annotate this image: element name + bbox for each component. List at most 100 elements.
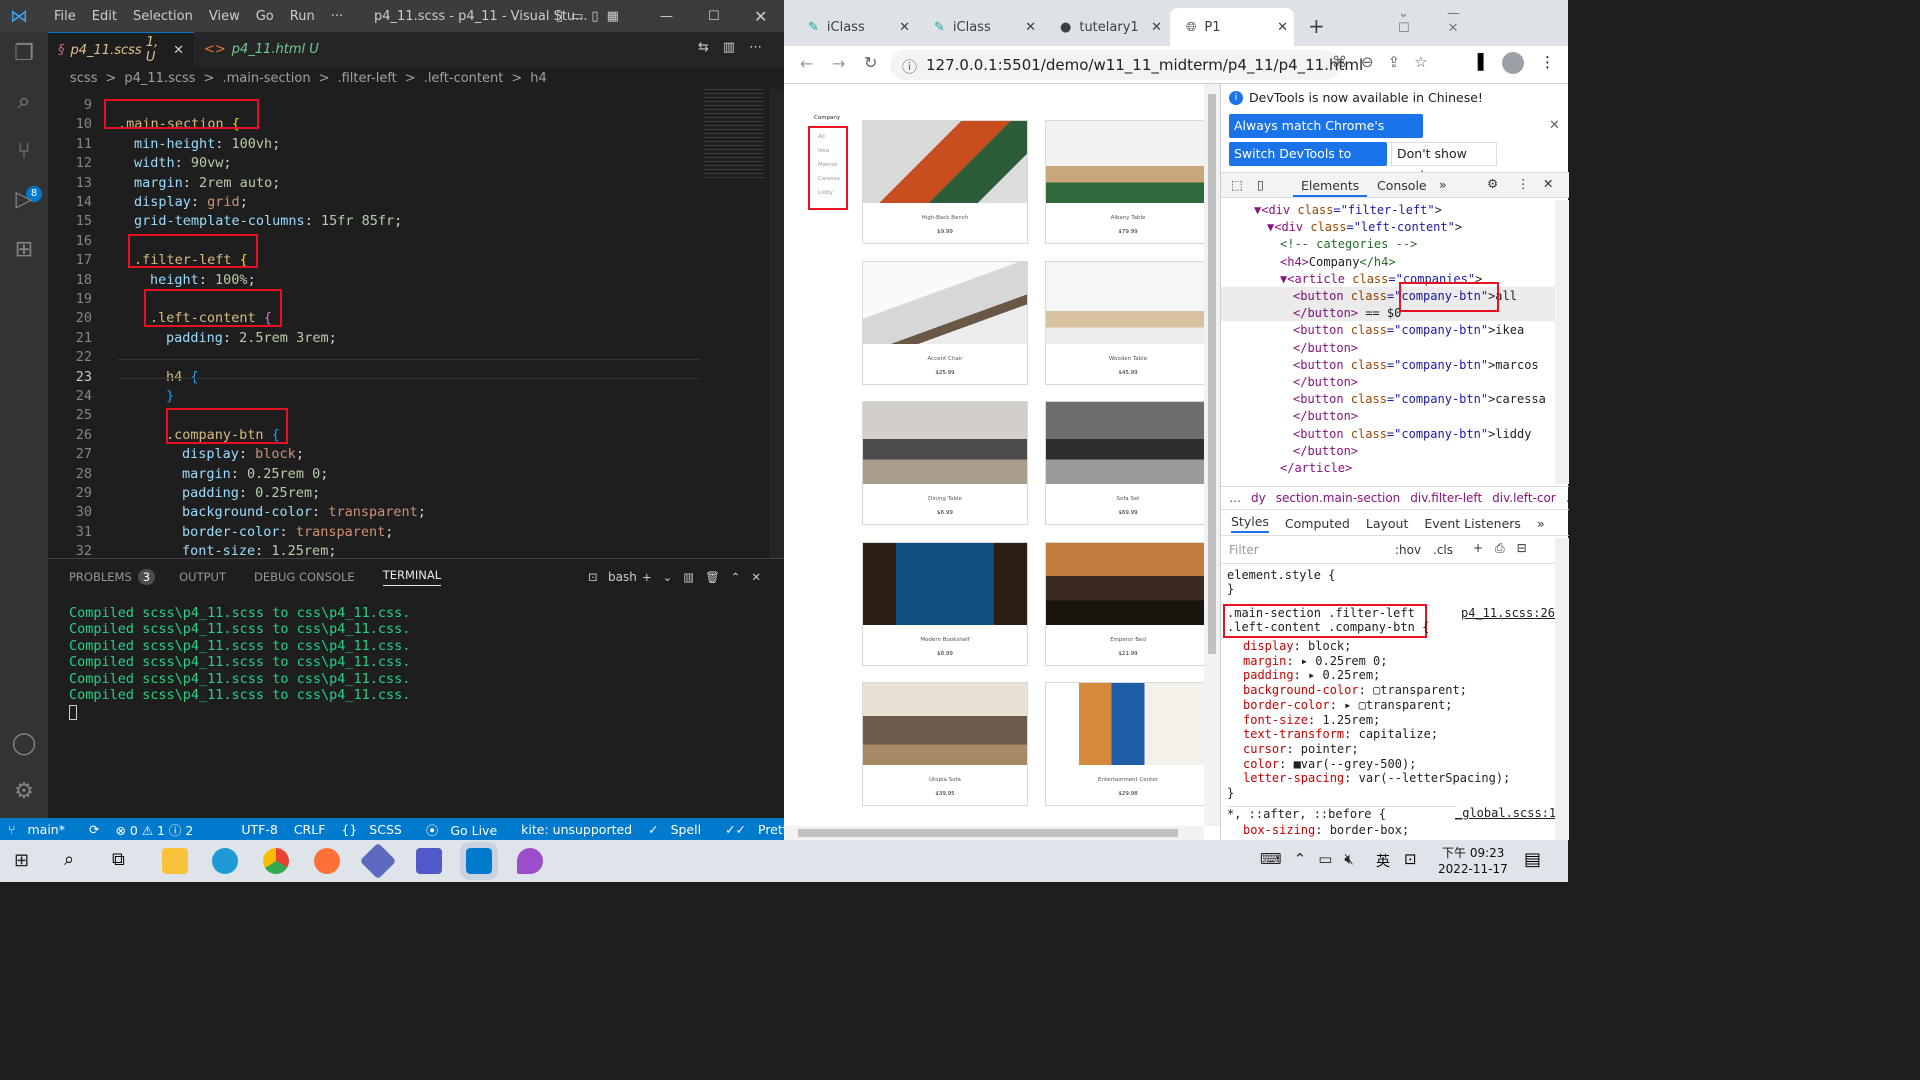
app-droplet-icon[interactable]	[517, 848, 543, 874]
prettier-status[interactable]: ✓✓ Prettier	[725, 822, 784, 837]
devtools-close-icon[interactable]: ✕	[1543, 176, 1553, 191]
back-icon[interactable]: ←	[800, 54, 813, 73]
dom-node-line[interactable]: </button>	[1293, 375, 1358, 389]
product-card[interactable]: Albany Table $79.99	[1045, 120, 1211, 244]
product-card[interactable]: Accent Chair $25.99	[862, 260, 1028, 385]
menu-item[interactable]: Edit	[92, 9, 117, 24]
devtools-menu-icon[interactable]: ⋮	[1517, 176, 1530, 191]
tab-output[interactable]: OUTPUT	[179, 570, 226, 584]
product-image[interactable]	[1046, 121, 1210, 203]
new-tab-icon[interactable]: +	[1308, 14, 1325, 38]
cls-toggle[interactable]: .cls	[1433, 543, 1453, 557]
panel-actions-icons[interactable]: +⌄▥🗑︎⌃✕	[642, 570, 772, 584]
dom-node-line[interactable]: <!-- categories -->	[1280, 237, 1417, 251]
clock-time[interactable]: 下午 09:23	[1442, 844, 1504, 861]
product-card[interactable]: Entertainment Center $29.98	[1045, 682, 1211, 806]
product-image[interactable]	[1046, 402, 1210, 484]
dom-node-line[interactable]: </button>	[1293, 409, 1358, 423]
css-declaration[interactable]: letter-spacing: var(--letterSpacing);	[1243, 771, 1510, 785]
settings-gear-icon[interactable]: ⚙	[10, 778, 38, 806]
company-filter-button[interactable]: Marcos	[818, 162, 838, 168]
tab-p4-11-scss[interactable]: § p4_11.scss 1, U ✕	[48, 32, 194, 67]
tab-problems[interactable]: PROBLEMS	[69, 570, 132, 584]
product-image[interactable]	[1046, 542, 1210, 625]
product-card[interactable]: Emperor Bed $21.99	[1045, 541, 1211, 666]
css-declaration[interactable]: font-size: 1.25rem;	[1243, 713, 1380, 727]
browser-tab[interactable]: ● tutelary11 ✕	[1044, 8, 1168, 46]
language-status[interactable]: {} SCSS	[341, 822, 409, 837]
source-control-icon[interactable]: ⑂	[10, 138, 38, 166]
tab-terminal[interactable]: TERMINAL	[382, 568, 442, 586]
tab-close-icon[interactable]: ✕	[1277, 20, 1288, 35]
company-filter-button[interactable]: Ikea	[818, 148, 829, 154]
styles-subtab[interactable]: Computed	[1285, 516, 1350, 531]
search-icon[interactable]: ⌕	[10, 88, 38, 116]
css-declaration[interactable]: padding: ▸ 0.25rem;	[1243, 668, 1380, 682]
url-input[interactable]: ⓘ 127.0.0.1:5501/demo/w11_11_midterm/p4_…	[890, 50, 1363, 80]
product-card[interactable]: High-Back Bench $9.99	[862, 120, 1028, 244]
switch-to-chinese-button[interactable]: Switch DevTools to Chinese	[1229, 142, 1387, 185]
product-image[interactable]	[1046, 261, 1210, 344]
dom-breadcrumb-item[interactable]: section.main-section	[1276, 491, 1401, 505]
dom-scrollbar[interactable]	[1555, 200, 1569, 484]
clock-date[interactable]: 2022-11-17	[1438, 862, 1508, 876]
breadcrumb-item[interactable]: .main-section	[222, 71, 310, 86]
menu-item[interactable]: Selection	[133, 9, 193, 24]
device-toolbar-icon[interactable]: ▯	[1257, 177, 1264, 192]
dom-breadcrumb-item[interactable]: dy	[1251, 491, 1266, 505]
dom-breadcrumb-item[interactable]: div.left-cor	[1492, 491, 1556, 505]
dom-node-line[interactable]: </article>	[1280, 461, 1352, 475]
encoding-status[interactable]: UTF-8	[241, 822, 277, 837]
hov-toggle[interactable]: :hov	[1395, 543, 1421, 557]
dom-node-line[interactable]: </button>	[1293, 444, 1358, 458]
notice-close-icon[interactable]: ✕	[1549, 118, 1560, 133]
breadcrumb-item[interactable]: scss	[70, 71, 97, 86]
maximize-icon[interactable]: ☐	[708, 9, 720, 24]
tab-close-icon[interactable]: ✕	[1151, 20, 1162, 35]
site-info-icon[interactable]: ⓘ	[902, 56, 917, 77]
breadcrumb-item[interactable]: h4	[530, 71, 547, 86]
code-editor[interactable]: 9 10 11 12 13 14 15 16 17 18 19 20 21 22 23 24 25 26 27 28 2…	[48, 89, 784, 559]
css-declaration[interactable]: color: ■var(--grey-500);	[1243, 757, 1416, 771]
git-client-icon[interactable]	[359, 842, 397, 880]
dom-tree[interactable]: ▼<div class="filter-left"> ▼<div class="l…	[1221, 200, 1561, 484]
product-image[interactable]	[863, 121, 1027, 203]
dom-node-line[interactable]: <button class="company-btn">liddy	[1293, 427, 1531, 441]
css-declaration[interactable]: cursor: pointer;	[1243, 742, 1359, 756]
company-filter-button[interactable]: Caressa	[818, 176, 840, 182]
profile-avatar[interactable]	[1502, 52, 1524, 74]
problems-status[interactable]: ⊗ 0 ⚠ 1 ⓘ 2	[115, 820, 193, 839]
product-image[interactable]	[863, 402, 1027, 484]
ime-indicator[interactable]: 英	[1376, 851, 1390, 871]
tab-elements[interactable]: Elements	[1293, 178, 1368, 197]
tab-console[interactable]: Console	[1377, 178, 1427, 193]
product-image[interactable]	[863, 261, 1027, 344]
chrome-window-controls[interactable]: ⌄—☐✕	[1398, 6, 1568, 36]
kite-status[interactable]: kite: unsupported	[521, 822, 632, 837]
scroll-thumb[interactable]	[798, 829, 1178, 837]
product-card[interactable]: Utopia Sofa $39.95	[862, 682, 1028, 806]
toolbar-icons[interactable]: ⌘⊖⇪☆	[1332, 53, 1442, 71]
sync-icon[interactable]: ⟳	[89, 822, 99, 837]
run-debug-icon[interactable]: ▷	[10, 186, 38, 214]
spell-status[interactable]: ✓ Spell	[648, 822, 709, 837]
explorer-icon[interactable]: ❐	[10, 40, 38, 68]
edge-icon[interactable]	[212, 848, 238, 874]
scroll-thumb[interactable]	[1208, 94, 1216, 654]
chrome-menu-icon[interactable]: ⋮	[1540, 53, 1555, 71]
dom-breadcrumb-item[interactable]: div.filter-left	[1410, 491, 1482, 505]
product-card[interactable]: Dining Table $6.99	[862, 401, 1028, 525]
tab-close-icon[interactable]: ✕	[173, 43, 184, 58]
dom-node-line[interactable]: <button class="company-btn">caressa	[1293, 392, 1546, 406]
search-icon[interactable]: ⌕	[64, 849, 74, 870]
page-horizontal-scrollbar[interactable]	[784, 826, 1204, 840]
styles-subtab[interactable]: Layout	[1366, 516, 1409, 531]
breadcrumb-item[interactable]: .left-content	[424, 71, 504, 86]
start-windows-icon[interactable]: ⊞	[14, 850, 29, 871]
product-image[interactable]	[1046, 683, 1210, 765]
product-card[interactable]: Modern Bookshelf $8.99	[862, 541, 1028, 666]
browser-tab-active[interactable]: 🌐︎ P1 ✕	[1170, 8, 1294, 46]
dom-breadcrumb-item[interactable]: …	[1229, 491, 1241, 505]
css-declaration[interactable]: display: block;	[1243, 639, 1351, 653]
company-filter-button[interactable]: All	[818, 134, 825, 140]
